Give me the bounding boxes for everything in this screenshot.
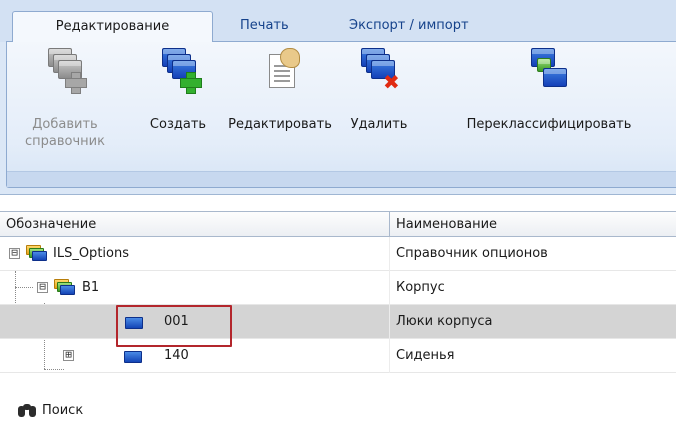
search-label[interactable]: Поиск (42, 401, 83, 421)
edit-label: Редактировать (228, 117, 332, 132)
delete-icon: ✖ (359, 48, 400, 92)
delete-button[interactable]: ✖ Удалить (341, 48, 417, 133)
table-row[interactable]: ⊞ 140 Сиденья (0, 339, 676, 373)
folder-stack-icon (54, 279, 76, 295)
tab-print[interactable]: Печать (230, 11, 299, 42)
row-designation: B1 (82, 280, 100, 295)
collapse-toggle[interactable]: ⊟ (37, 281, 48, 293)
grid-header: Обозначение Наименование (0, 211, 676, 238)
tab-editing[interactable]: Редактирование (12, 11, 213, 42)
row-name: Сиденья (396, 348, 455, 363)
row-designation: ILS_Options (53, 246, 129, 261)
tree-grid: Обозначение Наименование ⊟ ILS_Options С… (0, 211, 676, 421)
column-header-name[interactable]: Наименование (392, 212, 497, 238)
column-header-designation[interactable]: Обозначение (2, 212, 96, 238)
add-catalog-icon (45, 48, 87, 94)
search-bar[interactable]: Поиск (0, 401, 676, 421)
add-catalog-label: Добавить справочник (25, 117, 105, 149)
folder-stack-icon (26, 245, 48, 261)
table-row[interactable]: ⊟ B1 Корпус (0, 271, 676, 305)
reclassify-icon (529, 48, 569, 92)
ribbon-tab-bar: Редактирование Печать Экспорт / импорт (0, 0, 676, 42)
row-name: Корпус (396, 280, 445, 295)
delete-label: Удалить (350, 117, 408, 132)
edit-document-icon (260, 48, 300, 92)
window-icon (122, 348, 144, 364)
table-row-selected[interactable]: 001 Люки корпуса (0, 305, 676, 339)
row-name: Люки корпуса (396, 314, 493, 329)
window-icon (123, 314, 145, 330)
create-button[interactable]: Создать (140, 48, 216, 133)
collapse-toggle[interactable]: ⊟ (9, 247, 20, 259)
binoculars-icon (18, 403, 36, 417)
ribbon-group-footer (7, 171, 676, 187)
table-row[interactable]: ⊟ ILS_Options Справочник опционов (0, 237, 676, 271)
ribbon: Редактирование Печать Экспорт / импорт Д… (0, 0, 676, 195)
row-designation: 140 (164, 348, 189, 363)
expand-toggle[interactable]: ⊞ (63, 349, 74, 361)
edit-button[interactable]: Редактировать (223, 48, 337, 133)
reclassify-label: Переклассифицировать (466, 117, 632, 132)
row-designation: 001 (164, 314, 189, 329)
ribbon-panel: Добавить справочник Создать Редактироват… (6, 41, 676, 188)
reclassify-button[interactable]: Переклассифицировать (449, 48, 649, 133)
create-label: Создать (149, 117, 207, 132)
column-separator[interactable] (389, 212, 390, 238)
create-icon (158, 48, 202, 94)
tab-export-import[interactable]: Экспорт / импорт (339, 11, 479, 42)
row-name: Справочник опционов (396, 246, 548, 261)
add-catalog-button[interactable]: Добавить справочник (24, 48, 106, 150)
